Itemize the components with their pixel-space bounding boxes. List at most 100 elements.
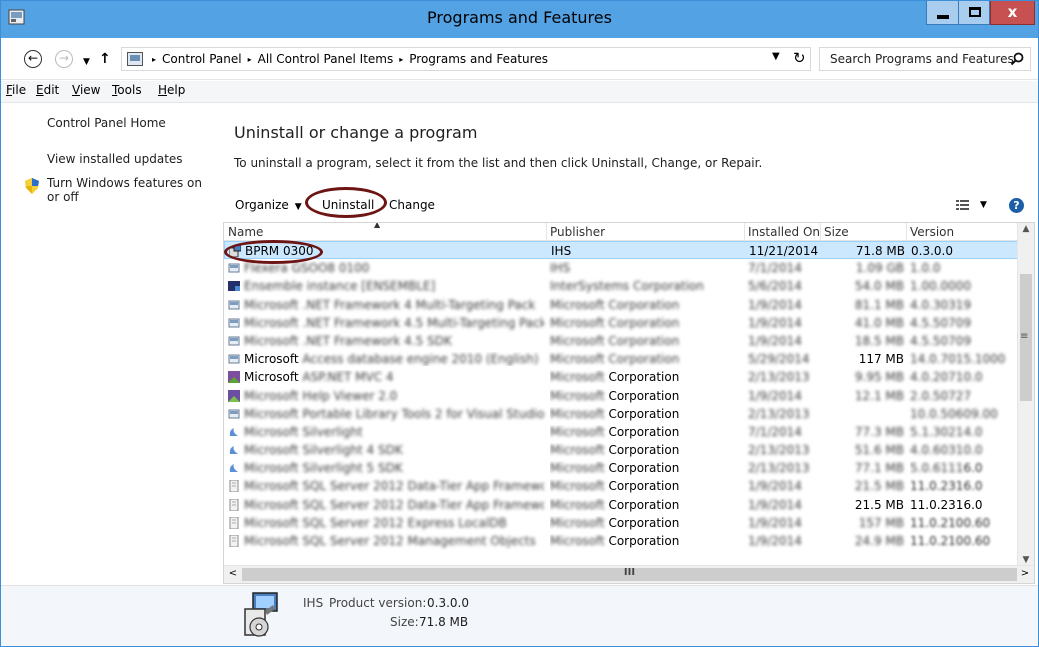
program-installed-on: 5/6/2014 bbox=[748, 279, 802, 294]
program-row[interactable]: Microsoft ASP.NET MVC 4 Microsoft Corpora… bbox=[224, 368, 1019, 386]
horizontal-scrollbar[interactable]: < III > bbox=[224, 565, 1034, 583]
change-button[interactable]: Change bbox=[389, 198, 435, 212]
control-panel-home-link[interactable]: Control Panel Home bbox=[47, 116, 166, 130]
program-row[interactable]: Microsoft Silverlight Microsoft Corporati… bbox=[224, 423, 1019, 441]
program-installed-on: 7/1/2014 bbox=[748, 261, 802, 276]
program-installed-on: 1/9/2014 bbox=[748, 497, 802, 512]
program-name: Microsoft .NET Framework 4.5 Multi-Targe… bbox=[244, 315, 544, 330]
program-name: Microsoft .NET Framework 4 Multi-Targeti… bbox=[244, 297, 536, 312]
back-button[interactable]: ← bbox=[24, 50, 42, 68]
recent-locations-dropdown[interactable]: ▼ bbox=[83, 54, 90, 70]
up-one-level-button[interactable]: ↑ bbox=[99, 51, 111, 67]
app-icon bbox=[228, 262, 240, 274]
programs-list[interactable]: Name ▲ Publisher Installed On Size Versi… bbox=[223, 222, 1035, 584]
program-row[interactable]: Microsoft Portable Library Tools 2 for V… bbox=[224, 405, 1019, 423]
program-size: 54.0 MB bbox=[854, 279, 904, 294]
program-row[interactable]: Microsoft .NET Framework 4.5 SDK Microsof… bbox=[224, 332, 1019, 350]
program-row[interactable]: Microsoft Access database engine 2010 (E… bbox=[224, 350, 1019, 368]
search-icon[interactable] bbox=[1010, 52, 1024, 66]
program-version: 2.0.50727 bbox=[910, 388, 972, 403]
program-size: 9.95 MB bbox=[854, 370, 904, 385]
program-installed-on: 2/13/2013 bbox=[748, 461, 810, 476]
program-row[interactable]: BPRM 0300 IHS 11/21/2014 71.8 MB 0.3.0.0 bbox=[224, 241, 1019, 260]
breadcrumb-control-panel[interactable]: Control Panel bbox=[162, 52, 242, 66]
program-size: 51.6 MB bbox=[854, 443, 904, 458]
program-version: 4.5.50709 bbox=[910, 333, 972, 348]
program-name: Microsoft Help Viewer 2.0 bbox=[244, 388, 398, 403]
forward-button[interactable]: → bbox=[55, 50, 73, 68]
column-header-name[interactable]: Name bbox=[228, 225, 263, 239]
program-name: Microsoft Silverlight 4 SDK bbox=[244, 443, 403, 458]
uninstall-button[interactable]: Uninstall bbox=[322, 198, 374, 212]
vertical-scrollbar[interactable]: ▲ ≡ ▼ bbox=[1017, 223, 1034, 566]
program-row[interactable]: Ensemble instance [ENSEMBLE] InterSystems… bbox=[224, 277, 1019, 295]
scroll-grip-icon: III bbox=[623, 567, 636, 578]
help-icon[interactable]: ? bbox=[1009, 198, 1024, 213]
menu-view[interactable]: View bbox=[72, 83, 100, 97]
column-header-version[interactable]: Version bbox=[910, 225, 954, 239]
windows-shield-icon bbox=[25, 178, 39, 194]
program-row[interactable]: Microsoft .NET Framework 4 Multi-Targeti… bbox=[224, 296, 1019, 314]
organize-button[interactable]: Organize ▼ bbox=[235, 198, 302, 212]
chevron-down-icon: ▼ bbox=[294, 202, 302, 212]
column-header-installed-on[interactable]: Installed On bbox=[748, 225, 820, 239]
program-size: 117 MB bbox=[858, 352, 904, 367]
column-divider[interactable] bbox=[744, 223, 745, 241]
silverlight-icon bbox=[228, 444, 240, 456]
menu-file[interactable]: File bbox=[6, 83, 26, 97]
program-row[interactable]: Microsoft SQL Server 2012 Data-Tier App … bbox=[224, 477, 1019, 495]
address-bar[interactable]: ▸ Control Panel ▸ All Control Panel Items ▸ P… bbox=[121, 47, 811, 71]
address-history-dropdown[interactable]: ▼ bbox=[772, 51, 780, 62]
breadcrumb: ▸ Control Panel ▸ All Control Panel Items ▸ P… bbox=[152, 52, 548, 66]
column-divider[interactable] bbox=[546, 223, 547, 241]
program-row[interactable]: Flexera GSOO8 0100 IHS 7/1/2014 1.09 GB 1.0.… bbox=[224, 259, 1019, 277]
program-installed-on: 2/13/2013 bbox=[748, 370, 810, 385]
scroll-left-icon[interactable]: < bbox=[225, 568, 241, 579]
program-row[interactable]: Microsoft Silverlight 5 SDK Microsoft Cor… bbox=[224, 459, 1019, 477]
column-header-size[interactable]: Size bbox=[824, 225, 849, 239]
app-icon bbox=[228, 317, 240, 329]
horizontal-scroll-thumb[interactable]: III bbox=[242, 567, 1017, 581]
close-button[interactable]: x bbox=[990, 1, 1035, 25]
program-publisher: Microsoft Corporation bbox=[550, 297, 680, 312]
scroll-grip-icon: ≡ bbox=[1020, 331, 1029, 342]
program-row[interactable]: Microsoft Silverlight 4 SDK Microsoft Cor… bbox=[224, 441, 1019, 459]
scroll-down-icon[interactable]: ▼ bbox=[1018, 555, 1034, 565]
program-version: 10.0.50609.00 bbox=[910, 406, 998, 421]
menu-help[interactable]: Help bbox=[158, 83, 185, 97]
menu-edit[interactable]: Edit bbox=[36, 83, 59, 97]
turn-windows-features-link[interactable]: Turn Windows features on or off bbox=[47, 176, 207, 204]
column-divider[interactable] bbox=[820, 223, 821, 241]
program-version: 0.3.0.0 bbox=[911, 244, 953, 258]
title-bar[interactable]: Programs and Features x bbox=[1, 1, 1038, 38]
program-row[interactable]: Microsoft .NET Framework 4.5 Multi-Targe… bbox=[224, 314, 1019, 332]
silverlight-icon bbox=[228, 462, 240, 474]
program-installed-on: 1/9/2014 bbox=[748, 297, 802, 312]
program-size: 77.3 MB bbox=[854, 424, 904, 439]
program-row[interactable]: Microsoft SQL Server 2012 Express LocalD… bbox=[224, 514, 1019, 532]
column-header-publisher[interactable]: Publisher bbox=[550, 225, 605, 239]
app-icon bbox=[228, 299, 240, 311]
program-version: 14.0.7015.1000 bbox=[910, 352, 1006, 367]
breadcrumb-programs-and-features[interactable]: Programs and Features bbox=[409, 52, 548, 66]
program-row[interactable]: Microsoft SQL Server 2012 Data-Tier App … bbox=[224, 496, 1019, 514]
view-installed-updates-link[interactable]: View installed updates bbox=[47, 152, 183, 166]
minimize-icon bbox=[937, 15, 949, 19]
program-row[interactable]: Microsoft Help Viewer 2.0 Microsoft Corpo… bbox=[224, 387, 1019, 405]
scroll-up-icon[interactable]: ▲ bbox=[1018, 224, 1034, 234]
column-divider[interactable] bbox=[906, 223, 907, 241]
menu-tools[interactable]: Tools bbox=[112, 83, 142, 97]
aspnet-icon bbox=[228, 371, 240, 384]
scroll-right-icon[interactable]: > bbox=[1017, 568, 1033, 579]
change-view-icon[interactable] bbox=[956, 200, 969, 210]
breadcrumb-all-items[interactable]: All Control Panel Items bbox=[258, 52, 394, 66]
refresh-icon[interactable]: ↻ bbox=[793, 49, 806, 67]
program-size: 12.1 MB bbox=[854, 388, 904, 403]
minimize-button[interactable] bbox=[926, 1, 958, 25]
program-row[interactable]: Microsoft SQL Server 2012 Management Obj… bbox=[224, 532, 1019, 550]
search-input[interactable]: Search Programs and Features bbox=[819, 47, 1031, 71]
details-publisher: IHS bbox=[303, 596, 324, 610]
maximize-button[interactable] bbox=[958, 1, 990, 25]
view-options-dropdown[interactable]: ▼ bbox=[980, 200, 987, 210]
program-publisher: Microsoft Corporation bbox=[550, 352, 680, 367]
